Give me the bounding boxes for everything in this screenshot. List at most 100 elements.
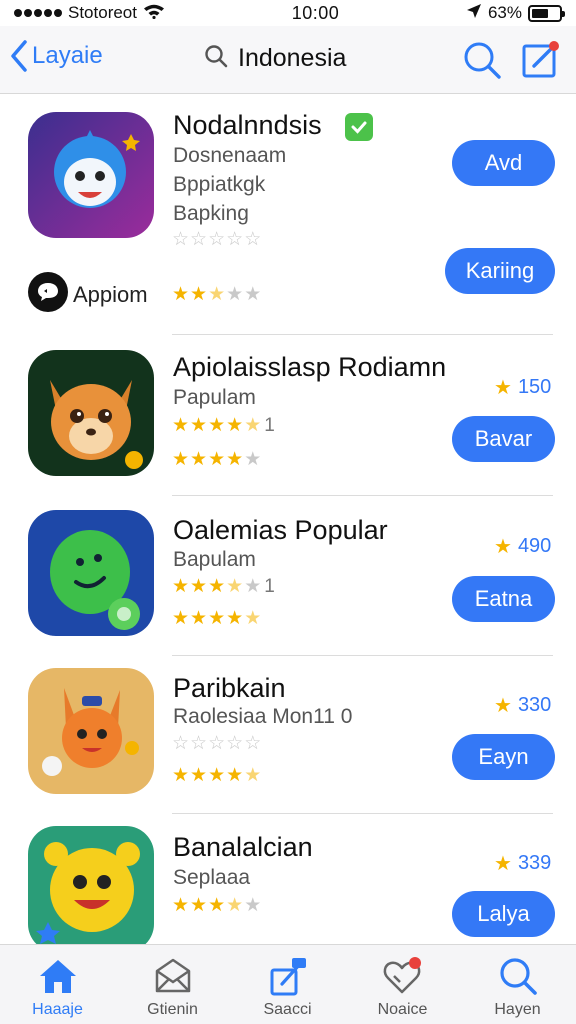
divider <box>172 813 553 814</box>
app-icon-yellow-face[interactable] <box>28 826 154 952</box>
star-icon: ★ <box>190 449 208 470</box>
star-icon: ★ <box>226 608 244 629</box>
star-icon: ★ <box>244 608 262 629</box>
star-icon: ★ <box>190 608 208 629</box>
share-icon <box>268 955 308 997</box>
star-icon: ☆ <box>190 229 208 250</box>
star-icon: ★ <box>208 576 226 597</box>
rating-count-value: 339 <box>517 852 552 874</box>
tab-inbox[interactable]: Gtienin <box>115 945 230 1024</box>
rating-count-value: 490 <box>517 535 552 557</box>
carrier-name: Stotoreot <box>68 3 137 22</box>
star-icon: ★ <box>172 895 190 916</box>
star-icon: ★ <box>190 576 208 597</box>
star-icon: ★ <box>208 608 226 629</box>
star-icon: ★ <box>172 765 190 786</box>
rating-count-value: 330 <box>517 694 552 716</box>
app-subtitle: Dosnenaam <box>173 144 287 167</box>
star-icon: ☆ <box>172 733 190 754</box>
star-icon: ☆ <box>172 229 190 250</box>
navigation-bar: Layaie Indonesia <box>0 26 576 94</box>
app-name: Nodalnndsis <box>173 110 322 140</box>
star-rating: ★ ★ ★ ★ ★ <box>172 450 261 469</box>
rating-count: ★ 339 <box>494 851 551 876</box>
get-button[interactable]: Eatna <box>452 576 555 622</box>
star-icon: ★ <box>226 284 244 305</box>
app-name: Apiolaisslasp Rodiamn <box>173 352 447 382</box>
star-icon: ★ <box>226 576 244 597</box>
star-rating: ★ ★ ★ ★ ★ <box>172 609 261 628</box>
app-icon-mascot-blue[interactable] <box>28 112 154 238</box>
rating-count: ★ 150 <box>494 375 551 400</box>
rating-count: ★ 330 <box>494 693 551 718</box>
action-button[interactable]: Kariing <box>445 248 555 294</box>
tab-bar: Haaaje Gtienin Saacci Noaice Hayen <box>0 944 576 1024</box>
star-icon: ☆ <box>244 733 262 754</box>
battery-percent: 63% <box>487 3 522 22</box>
app-subtitle: Raolesiaa Mon11 0 <box>173 705 353 728</box>
star-icon: ★ <box>172 608 190 629</box>
star-icon: ★ <box>494 536 512 558</box>
app-name: Oalemias Popular <box>173 515 388 545</box>
tab-label: Haaaje <box>32 1001 83 1018</box>
star-icon: ☆ <box>226 733 244 754</box>
star-icon: ☆ <box>190 733 208 754</box>
star-rating: ★ ★ ★ ★ ★ 1 <box>172 416 275 435</box>
tab-notices[interactable]: Noaice <box>345 945 460 1024</box>
search-icon <box>498 955 538 997</box>
back-button[interactable]: Layaie <box>10 40 103 72</box>
tab-share[interactable]: Saacci <box>230 945 345 1024</box>
check-badge-icon <box>345 113 373 141</box>
star-rating: ☆ ☆ ☆ ☆ ☆ <box>172 230 261 249</box>
star-rating: ☆ ☆ ☆ ☆ ☆ <box>172 734 261 753</box>
search-button[interactable] <box>462 40 502 85</box>
star-rating: ★ ★ ★ ★ ★ <box>172 766 261 785</box>
star-icon: ★ <box>244 284 262 305</box>
rating-count-value: 150 <box>517 376 552 398</box>
get-button[interactable]: Avd <box>452 140 555 186</box>
status-left: Stotoreot <box>14 3 165 24</box>
app-subtitle: Papulam <box>173 386 256 409</box>
search-icon <box>204 44 228 73</box>
get-button[interactable]: Lalya <box>452 891 555 937</box>
star-icon: ★ <box>208 415 226 436</box>
star-icon: ★ <box>244 576 262 597</box>
star-rating: ★ ★ ★ ★ ★ <box>172 896 261 915</box>
battery-fill <box>531 8 549 18</box>
app-icon-fox[interactable] <box>28 350 154 476</box>
tab-label: Noaice <box>377 1001 428 1018</box>
nav-title-group: Indonesia <box>204 44 346 73</box>
star-icon: ★ <box>226 449 244 470</box>
status-right: 63% <box>466 3 565 24</box>
location-arrow-icon <box>466 3 482 24</box>
tab-label: Hayen <box>494 1001 541 1018</box>
tab-label: Saacci <box>263 1001 312 1018</box>
star-icon: ★ <box>208 284 226 305</box>
rating-count: ★ 490 <box>494 534 551 559</box>
star-icon: ★ <box>208 765 226 786</box>
star-icon: ★ <box>244 895 262 916</box>
get-button[interactable]: Bavar <box>452 416 555 462</box>
app-name: Banalalcian <box>173 832 313 862</box>
star-icon: ★ <box>244 765 262 786</box>
star-rating: ★ ★ ★ ★ ★ <box>172 285 261 304</box>
heart-notification-icon <box>382 955 424 997</box>
app-icon-rabbit[interactable] <box>28 668 154 794</box>
star-icon: ☆ <box>208 229 226 250</box>
star-icon: ☆ <box>244 229 262 250</box>
chevron-left-icon <box>10 40 28 72</box>
get-button[interactable]: Eayn <box>452 734 555 780</box>
compose-button[interactable] <box>520 38 562 85</box>
status-bar: Stotoreot 10:00 63% <box>0 0 576 26</box>
app-icon-green-blob[interactable] <box>28 510 154 636</box>
star-icon: ★ <box>244 449 262 470</box>
page-title: Indonesia <box>238 44 347 72</box>
star-icon: ☆ <box>226 229 244 250</box>
app-subtitle: Seplaaa <box>173 866 251 889</box>
tab-search[interactable]: Hayen <box>460 945 575 1024</box>
star-icon: ★ <box>494 695 512 717</box>
tab-label: Gtienin <box>147 1001 198 1018</box>
star-icon: ★ <box>190 765 208 786</box>
developer-label: Appiom <box>73 282 148 307</box>
tab-home[interactable]: Haaaje <box>0 945 115 1024</box>
